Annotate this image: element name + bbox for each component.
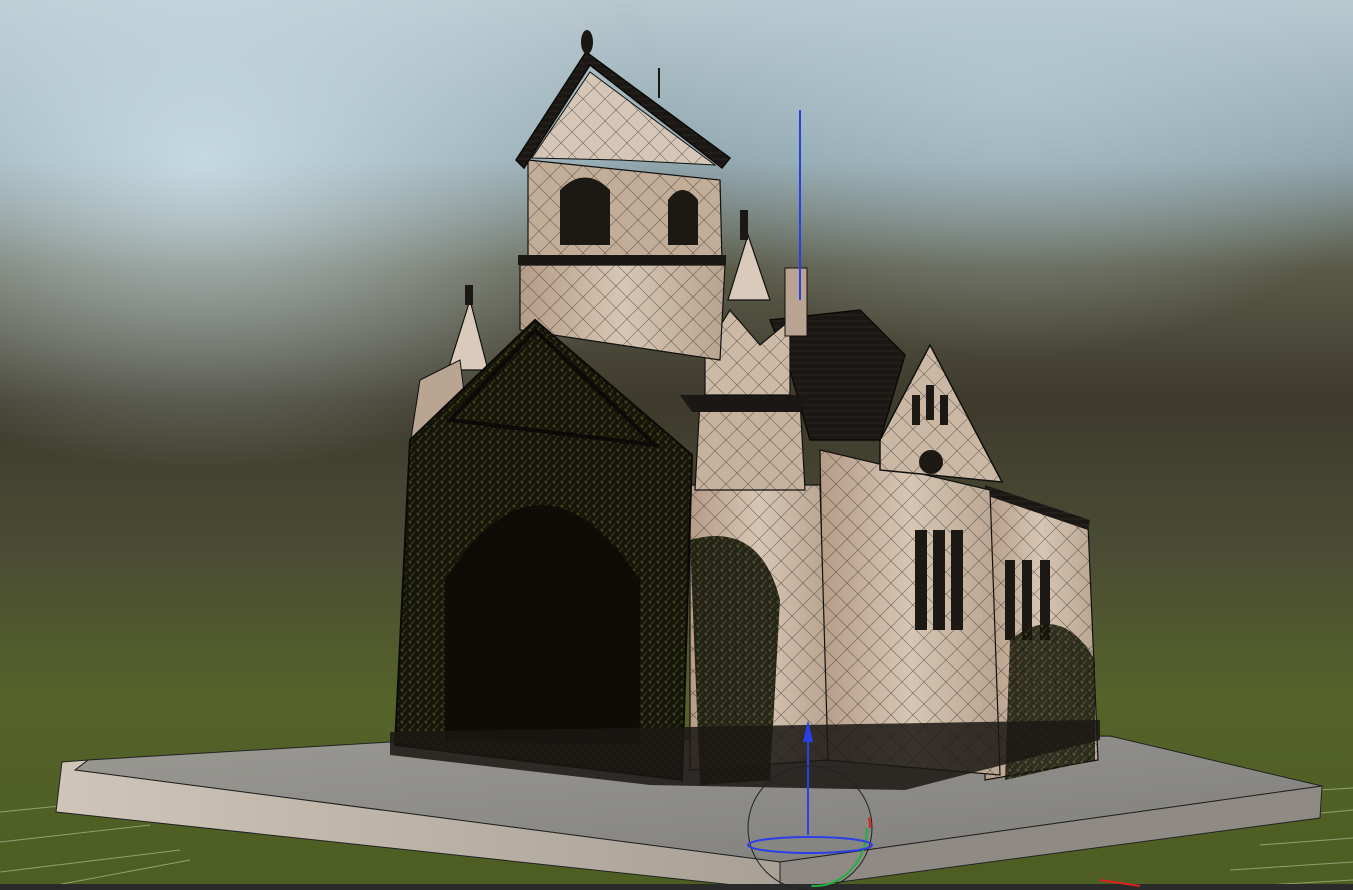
viewport-bottom-edge [0,884,1353,890]
scene-render[interactable] [0,0,1353,890]
3d-viewport[interactable] [0,0,1353,890]
rose-window [919,450,943,474]
chimney [784,267,808,337]
